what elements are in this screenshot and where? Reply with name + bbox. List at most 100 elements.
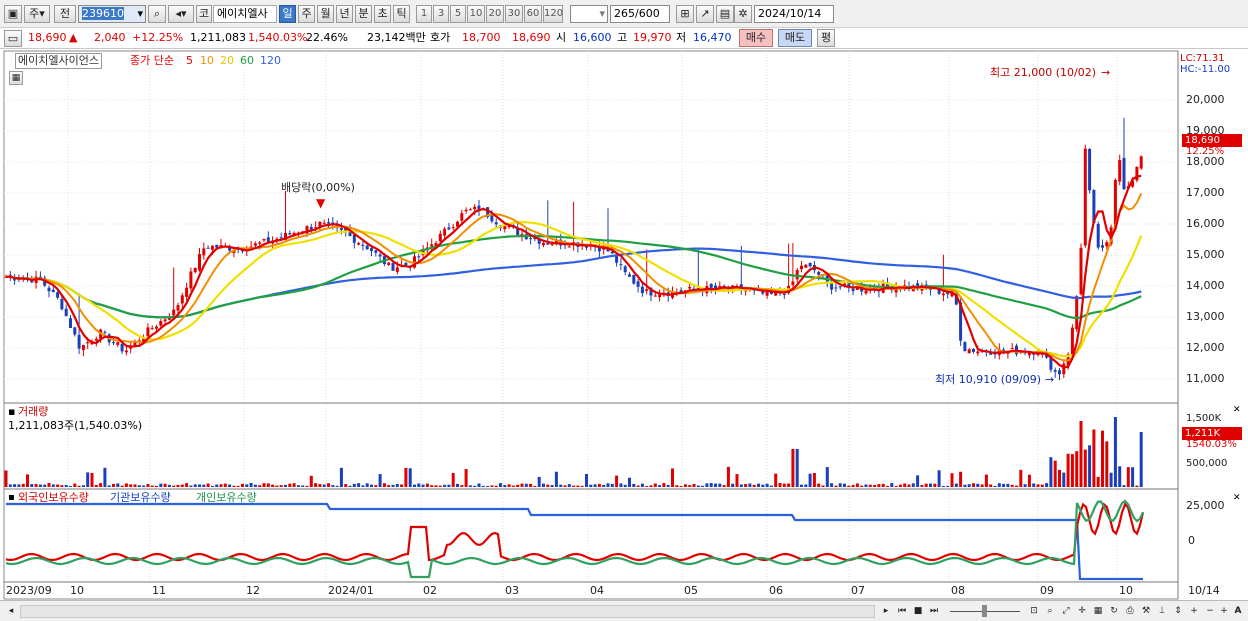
volume-bar — [490, 485, 494, 487]
volume-bar — [1002, 483, 1006, 487]
candle-body — [387, 262, 391, 265]
period-button[interactable]: 일 — [279, 5, 296, 23]
volume-bar — [597, 483, 601, 487]
volume-bar — [735, 474, 739, 487]
volume-bar — [26, 474, 29, 487]
tool-icon[interactable]: ⚒ — [1139, 604, 1153, 618]
volume-bar — [864, 484, 868, 487]
minute-button[interactable]: 30 — [505, 5, 523, 23]
volume-bar — [288, 483, 292, 487]
period-button[interactable]: 월 — [317, 5, 334, 23]
zoom-in-icon[interactable]: + — [1187, 604, 1201, 618]
eval-button[interactable]: 평 — [817, 29, 835, 47]
period-button[interactable]: 년 — [336, 5, 353, 23]
ma5-legend: 5 — [186, 54, 193, 67]
font-icon[interactable]: A — [1231, 604, 1245, 618]
window-icon[interactable]: ▣ — [4, 5, 22, 23]
period-button[interactable]: 주 — [298, 5, 315, 23]
minute-button[interactable]: 60 — [524, 5, 542, 23]
minute-button[interactable]: 10 — [467, 5, 485, 23]
zoom-slider-handle[interactable] — [982, 605, 987, 617]
volume-bar — [606, 483, 610, 487]
gear-icon[interactable]: ✲ — [734, 5, 752, 23]
volume-bar — [34, 483, 38, 487]
search-icon[interactable]: ⌕ — [148, 5, 166, 23]
candle-body — [1053, 370, 1057, 372]
chart-settings-icon[interactable]: ⊞ — [676, 5, 694, 23]
volume-bar — [563, 485, 567, 487]
volume-bar — [576, 485, 580, 487]
prev-button[interactable]: 전 — [54, 5, 76, 23]
investor-close-icon[interactable]: ✕ — [1233, 491, 1241, 505]
table-icon[interactable]: ▦ — [9, 71, 23, 85]
save-icon[interactable]: ▤ — [716, 5, 734, 23]
volume-bar — [701, 485, 705, 487]
minute-button[interactable]: 1 — [416, 5, 432, 23]
volume-bar — [318, 484, 322, 487]
stop-icon[interactable]: ■ — [911, 604, 925, 618]
cursor-icon[interactable]: ⤢ — [1059, 604, 1073, 618]
first-icon[interactable]: ⏮ — [895, 604, 909, 618]
volume-bar — [447, 484, 451, 487]
ruler-icon[interactable]: ⟘ — [1155, 604, 1169, 618]
volume-bar — [615, 475, 619, 487]
volume-bar — [451, 472, 455, 487]
volume-bar — [1045, 483, 1049, 487]
volume-bar — [219, 484, 223, 487]
ma20-legend: 20 — [220, 54, 234, 67]
volume-bar — [976, 483, 980, 487]
scroll-track[interactable] — [20, 605, 875, 618]
code-input[interactable]: 239610 ▾ — [78, 5, 146, 23]
candle-body — [464, 209, 468, 212]
sell-button[interactable]: 매도 — [778, 29, 812, 47]
scroll-left-icon[interactable]: ◂ — [4, 604, 18, 618]
x-axis-label: 08 — [951, 584, 965, 597]
expand-icon[interactable]: ▭ — [4, 30, 22, 47]
scale-icon[interactable]: ⇕ — [1171, 604, 1185, 618]
candle-body — [116, 342, 120, 345]
x-axis-label: 2024/01 — [328, 584, 374, 597]
price-axis-label: 17,000 — [1186, 186, 1225, 199]
volume-bar — [658, 485, 662, 487]
period-type-select[interactable]: 주▾ — [24, 5, 50, 23]
volume-bar — [137, 485, 141, 487]
candle-body — [112, 342, 115, 344]
zoom-fit-icon[interactable]: ⊡ — [1027, 604, 1041, 618]
volume-close-icon[interactable]: ✕ — [1233, 403, 1241, 417]
period-button[interactable]: 틱 — [393, 5, 410, 23]
date-field[interactable]: 2024/10/14 — [754, 5, 834, 23]
candle-body — [193, 267, 197, 273]
minute-button[interactable]: 120 — [543, 5, 563, 23]
volume-bar — [825, 467, 829, 487]
chart-area[interactable] — [0, 49, 1248, 601]
line-tool-icon[interactable]: ↗ — [696, 5, 714, 23]
crosshair-icon[interactable]: ✛ — [1075, 604, 1089, 618]
scroll-right-icon[interactable]: ▸ — [879, 604, 893, 618]
count-field[interactable]: 265/600 — [610, 5, 670, 23]
add-icon[interactable]: + — [1217, 604, 1231, 618]
count-select[interactable]: ▾ — [570, 5, 608, 23]
speaker-icon[interactable]: ◂▾ — [168, 5, 194, 23]
volume: 1,211,083 — [190, 31, 246, 44]
minute-button[interactable]: 20 — [486, 5, 504, 23]
period-button[interactable]: 분 — [355, 5, 372, 23]
volume-bar — [378, 474, 382, 487]
candle-body — [546, 243, 550, 245]
volume-bar — [43, 484, 47, 487]
refresh-icon[interactable]: ↻ — [1107, 604, 1121, 618]
candle-body — [339, 228, 343, 231]
volume-bar — [834, 485, 838, 487]
print-icon[interactable]: ⎙ — [1123, 604, 1137, 618]
search-zoom-icon[interactable]: ⌕ — [1043, 604, 1057, 618]
volume-bar — [86, 472, 90, 487]
volume-bar — [1058, 469, 1061, 487]
last-icon[interactable]: ⏭ — [927, 604, 941, 618]
minute-button[interactable]: 5 — [450, 5, 466, 23]
buy-button[interactable]: 매수 — [739, 29, 773, 47]
volume-bar — [911, 483, 915, 487]
period-button[interactable]: 초 — [374, 5, 391, 23]
grid-icon[interactable]: ▦ — [1091, 604, 1105, 618]
minute-button[interactable]: 3 — [433, 5, 449, 23]
volume-bar — [524, 483, 528, 487]
zoom-out-icon[interactable]: − — [1203, 604, 1217, 618]
